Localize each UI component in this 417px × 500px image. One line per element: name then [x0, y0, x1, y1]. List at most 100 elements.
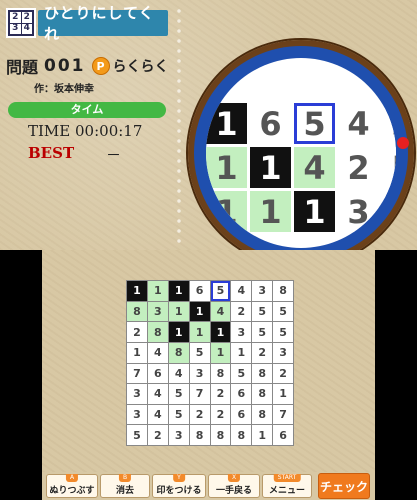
puzzle-number: 001: [44, 56, 86, 76]
board-cell[interactable]: 8: [273, 281, 293, 301]
puzzle-header: 問題 001 P らくらく: [6, 54, 169, 78]
board-cell[interactable]: 4: [147, 384, 168, 404]
puzzle-label: 問題: [6, 58, 39, 77]
board-cell[interactable]: 2: [189, 404, 210, 425]
board-cell[interactable]: 5: [168, 404, 189, 425]
board-cell[interactable]: 8: [252, 404, 273, 425]
board-cell[interactable]: 1: [147, 281, 168, 301]
board-cell[interactable]: 1: [168, 322, 189, 342]
menu-button[interactable]: START メニュー: [262, 474, 312, 498]
puzzle-board[interactable]: 1116543883114255281113551485112376438582…: [126, 280, 294, 446]
logo-digit: 3: [10, 23, 21, 34]
board-cell[interactable]: 8: [127, 301, 147, 322]
erase-button[interactable]: B 消去: [100, 474, 150, 498]
board-cell[interactable]: 1: [189, 301, 210, 322]
board-cell[interactable]: 7: [273, 404, 293, 425]
zoomed-cell: 1: [206, 147, 247, 188]
check-button[interactable]: チェック: [318, 473, 370, 499]
zoomed-cell: 5: [294, 103, 335, 144]
key-badge: Y: [173, 474, 185, 482]
mark-button[interactable]: Y 印をつける: [152, 474, 206, 498]
board-cell[interactable]: 2: [231, 301, 252, 322]
board-cell[interactable]: 1: [168, 281, 189, 301]
board-cell[interactable]: 6: [147, 363, 168, 384]
board-cell[interactable]: 8: [147, 322, 168, 342]
board-cell[interactable]: 5: [273, 322, 293, 342]
board-cell[interactable]: 1: [127, 281, 147, 301]
board-cell[interactable]: 5: [210, 281, 231, 301]
board-cell[interactable]: 2: [147, 425, 168, 445]
board-cell[interactable]: 1: [189, 322, 210, 342]
board-cell[interactable]: 3: [231, 322, 252, 342]
board-cell[interactable]: 3: [189, 363, 210, 384]
board-cell[interactable]: 8: [210, 363, 231, 384]
board-cell[interactable]: 8: [252, 384, 273, 404]
notebook-binding: [176, 6, 182, 244]
zoomed-cell: 1: [206, 191, 247, 232]
board-cell[interactable]: 1: [231, 342, 252, 363]
zoomed-cell: 1: [294, 191, 335, 232]
board-cell[interactable]: 7: [189, 384, 210, 404]
board-cell[interactable]: 8: [168, 342, 189, 363]
board-cell[interactable]: 3: [147, 301, 168, 322]
board-cell[interactable]: 2: [273, 363, 293, 384]
board-cell[interactable]: 4: [231, 281, 252, 301]
board-cell[interactable]: 4: [210, 301, 231, 322]
button-label: 一手戻る: [215, 486, 252, 496]
board-cell[interactable]: 4: [168, 363, 189, 384]
board-cell[interactable]: 1: [168, 301, 189, 322]
board-cell[interactable]: 6: [231, 384, 252, 404]
board-cell[interactable]: 1: [210, 342, 231, 363]
board-cell[interactable]: 2: [252, 342, 273, 363]
board-cell[interactable]: 5: [231, 363, 252, 384]
key-badge: B: [118, 474, 132, 482]
key-badge: X: [227, 474, 241, 482]
board-cell[interactable]: 6: [231, 404, 252, 425]
board-cell[interactable]: 3: [127, 384, 147, 404]
board-cell[interactable]: 3: [252, 281, 273, 301]
board-cell[interactable]: 5: [273, 301, 293, 322]
app-logo: 2 2 3 4: [6, 8, 36, 38]
board-cell[interactable]: 5: [127, 425, 147, 445]
zoomed-cell: 2: [338, 147, 379, 188]
elapsed-time: TIME 00:00:17: [28, 122, 143, 140]
fill-button[interactable]: A ぬりつぶす: [46, 474, 98, 498]
toolbar: A ぬりつぶす B 消去 Y 印をつける X 一手戻る START メニュー チ…: [42, 472, 375, 500]
board-cell[interactable]: 4: [147, 342, 168, 363]
board-cell[interactable]: 5: [168, 384, 189, 404]
board-cell[interactable]: 7: [127, 363, 147, 384]
board-cell[interactable]: 2: [210, 384, 231, 404]
logo-digit: 2: [10, 12, 21, 23]
board-cell[interactable]: 5: [189, 342, 210, 363]
zoomed-cell: 6: [250, 103, 291, 144]
board-cell[interactable]: 5: [252, 322, 273, 342]
magnifier: 165431142511135: [188, 40, 414, 250]
button-label: 印をつける: [156, 486, 202, 496]
board-cell[interactable]: 3: [168, 425, 189, 445]
zoomed-cell: 4: [294, 147, 335, 188]
app-title: ひとりにしてくれ: [38, 4, 168, 43]
zoomed-cell: 1: [250, 147, 291, 188]
board-cell[interactable]: 8: [210, 425, 231, 445]
board-cell[interactable]: 3: [127, 404, 147, 425]
board-cell[interactable]: 5: [252, 301, 273, 322]
logo-digit: 4: [21, 23, 32, 34]
zoomed-cell: 4: [338, 103, 379, 144]
board-cell[interactable]: 1: [210, 322, 231, 342]
board-cell[interactable]: 8: [189, 425, 210, 445]
zoomed-cell: 5: [382, 147, 396, 188]
board-cell[interactable]: 6: [273, 425, 293, 445]
zoomed-cell: 1: [206, 103, 247, 144]
board-cell[interactable]: 6: [189, 281, 210, 301]
board-cell[interactable]: 1: [127, 342, 147, 363]
board-cell[interactable]: 8: [252, 363, 273, 384]
board-cell[interactable]: 3: [273, 342, 293, 363]
board-cell[interactable]: 4: [147, 404, 168, 425]
board-cell[interactable]: 8: [231, 425, 252, 445]
board-cell[interactable]: 2: [127, 322, 147, 342]
board-cell[interactable]: 1: [273, 384, 293, 404]
undo-button[interactable]: X 一手戻る: [208, 474, 260, 498]
button-label: 消去: [115, 486, 134, 496]
board-cell[interactable]: 2: [210, 404, 231, 425]
board-cell[interactable]: 1: [252, 425, 273, 445]
